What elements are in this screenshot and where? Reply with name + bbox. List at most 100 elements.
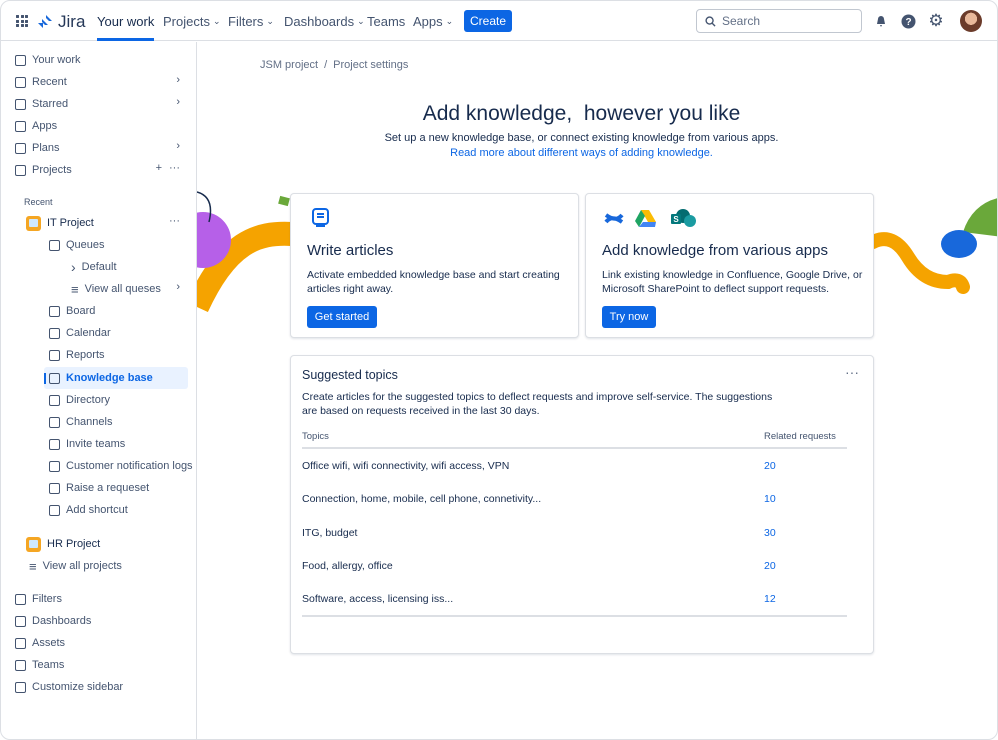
sidebar-item-label: Assets — [32, 637, 66, 649]
topic-text: Connection, home, mobile, cell phone, co… — [302, 493, 542, 506]
more-options-icon[interactable]: ··· — [845, 364, 859, 380]
user-avatar[interactable] — [960, 10, 982, 32]
sidebar-item-teams[interactable]: Teams — [15, 655, 64, 675]
more-options-icon[interactable]: ··· — [169, 162, 180, 174]
table-row[interactable]: Office wifi, wifi connectivity, wifi acc… — [302, 460, 847, 472]
column-topics: Topics — [302, 431, 329, 442]
topic-text: Office wifi, wifi connectivity, wifi acc… — [302, 460, 510, 472]
sidebar-item-label: Dashboards — [32, 615, 92, 627]
nav-label: Teams — [367, 13, 406, 29]
breadcrumb-page[interactable]: Project settings — [333, 59, 408, 71]
sidebar-item-reports[interactable]: Reports — [49, 345, 105, 365]
item-icon — [49, 305, 60, 317]
sidebar-item-dashboards[interactable]: Dashboards — [15, 611, 91, 631]
sidebar-item-label: Raise a requeset — [66, 482, 150, 494]
sidebar-item-queues[interactable]: Queues — [49, 235, 105, 255]
item-icon — [49, 239, 60, 251]
sidebar-item-raise-a-requeset[interactable]: Raise a requeset — [49, 478, 149, 498]
sidebar-item-projects[interactable]: Projects — [15, 160, 72, 180]
topic-text: ITG, budget — [302, 526, 358, 539]
breadcrumb-separator: / — [324, 59, 328, 71]
sidebar-item-your-work[interactable]: Your work — [15, 50, 81, 70]
table-footer-divider — [302, 615, 847, 617]
get-started-button[interactable]: Get started — [307, 306, 377, 328]
sidebar-item-recent[interactable]: Recent — [15, 72, 67, 92]
sidebar-item-customize-sidebar[interactable]: Customize sidebar — [15, 677, 123, 697]
item-icon — [15, 681, 26, 693]
sidebar-item-add-shortcut[interactable]: Add shortcut — [49, 500, 128, 520]
sidebar-item-board[interactable]: Board — [49, 301, 95, 321]
sidebar-item-channels[interactable]: Channels — [49, 412, 112, 432]
related-requests-link[interactable]: 20 — [764, 460, 776, 472]
nav-your-work[interactable]: Your work — [97, 1, 155, 41]
sharepoint-icon: S — [671, 209, 696, 227]
chevron-right-icon[interactable]: › — [176, 74, 180, 86]
rocket-icon — [15, 164, 26, 176]
sidebar-item-starred[interactable]: Starred — [15, 94, 68, 114]
star-icon — [15, 98, 26, 110]
sidebar-project-it[interactable]: IT Project — [26, 213, 94, 233]
section-title: Suggested topics — [302, 368, 398, 382]
nav-teams[interactable]: Teams — [367, 1, 405, 41]
topic-text: Software, access, licensing iss... — [302, 593, 454, 606]
sidebar-item-apps[interactable]: Apps — [15, 116, 57, 136]
breadcrumb-project[interactable]: JSM project — [260, 59, 318, 71]
sidebar-item-knowledge-base[interactable]: Knowledge base — [49, 368, 153, 388]
sidebar-item-label: Add shortcut — [66, 504, 128, 516]
item-icon — [49, 504, 60, 516]
table-row[interactable]: ITG, budget 30 — [302, 527, 847, 539]
create-button[interactable]: Create — [464, 10, 512, 32]
card-description: Link existing knowledge in Confluence, G… — [602, 269, 863, 295]
nav-projects[interactable]: Projects ⌄ — [163, 1, 221, 41]
related-requests-link[interactable]: 30 — [764, 527, 776, 539]
sidebar-item-plans[interactable]: Plans — [15, 138, 60, 158]
table-row[interactable]: Food, allergy, office 20 — [302, 560, 847, 572]
notifications-icon[interactable] — [872, 12, 890, 30]
google-drive-icon — [635, 210, 656, 227]
table-row[interactable]: Connection, home, mobile, cell phone, co… — [302, 493, 847, 505]
sidebar-item-assets[interactable]: Assets — [15, 633, 65, 653]
sidebar-item-filters[interactable]: Filters — [15, 589, 62, 609]
sidebar-view-all-projects[interactable]: ≡ View all projects — [29, 556, 122, 576]
app-switcher-icon[interactable] — [16, 15, 28, 27]
nav-label: Your work — [97, 13, 155, 29]
sidebar-item-view-all-queses[interactable]: ≡ View all queses — [71, 279, 161, 299]
more-options-icon[interactable]: ··· — [169, 215, 180, 227]
hero-subtitle: Set up a new knowledge base, or connect … — [384, 132, 779, 144]
chevron-down-icon: ⌄ — [357, 15, 365, 26]
sidebar-item-calendar[interactable]: Calendar — [49, 323, 111, 343]
related-requests-link[interactable]: 20 — [764, 560, 776, 572]
sidebar-item-customer-notification-logs[interactable]: Customer notification logs — [49, 456, 193, 476]
nav-dashboards[interactable]: Dashboards ⌄ — [284, 1, 365, 41]
related-requests-link[interactable]: 12 — [764, 593, 776, 605]
sidebar-item-label: Board — [66, 305, 96, 317]
help-icon[interactable]: ? — [899, 12, 917, 30]
sidebar-item-label: Directory — [66, 394, 111, 406]
lines-icon: ≡ — [29, 558, 37, 574]
page-title: Add knowledge, however you like — [422, 102, 741, 125]
sidebar-project-hr[interactable]: HR Project — [26, 534, 100, 554]
item-icon — [15, 615, 26, 627]
table-row[interactable]: Software, access, licensing iss... 12 — [302, 593, 847, 605]
chevron-right-icon[interactable]: › — [176, 96, 180, 108]
try-now-button[interactable]: Try now — [602, 306, 656, 328]
nav-label: Dashboards — [284, 13, 355, 29]
jira-logo[interactable]: Jira — [38, 12, 85, 32]
add-project-icon[interactable]: + — [156, 162, 162, 174]
sidebar-item-label: Invite teams — [66, 438, 126, 450]
search-input[interactable]: Search — [696, 9, 862, 33]
card-description: Activate embedded knowledge base and sta… — [307, 269, 560, 295]
chevron-down-icon: ⌄ — [445, 15, 454, 26]
sidebar-item-invite-teams[interactable]: Invite teams — [49, 434, 125, 454]
lines-icon: ≡ — [71, 281, 79, 297]
nav-apps[interactable]: Apps ⌄ — [413, 1, 453, 41]
chevron-right-icon[interactable]: › — [176, 281, 180, 293]
sidebar-item-default[interactable]: › Default — [71, 257, 117, 277]
nav-filters[interactable]: Filters ⌄ — [228, 1, 274, 41]
sidebar-item-label: Reports — [66, 349, 105, 361]
related-requests-link[interactable]: 10 — [764, 493, 776, 505]
settings-gear-icon[interactable]: ⚙ — [927, 11, 945, 30]
learn-more-link[interactable]: Read more about different ways of adding… — [290, 147, 873, 159]
chevron-right-icon[interactable]: › — [176, 140, 180, 152]
sidebar-item-directory[interactable]: Directory — [49, 390, 110, 410]
